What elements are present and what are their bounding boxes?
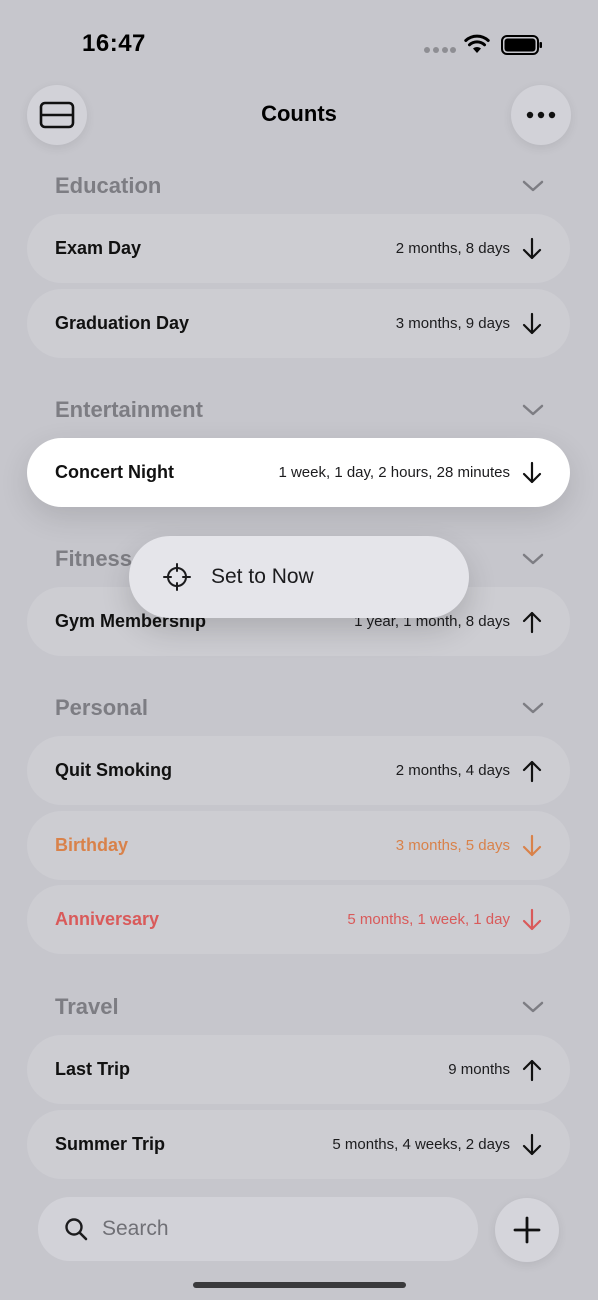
arrow-down-icon bbox=[522, 1133, 542, 1155]
more-button[interactable] bbox=[511, 85, 571, 145]
item-name: Last Trip bbox=[55, 1059, 131, 1079]
section-header-entertainment[interactable]: Entertainment bbox=[55, 390, 545, 430]
add-button[interactable] bbox=[495, 1198, 559, 1262]
item-name: Summer Trip bbox=[55, 1134, 166, 1154]
item-count: 1 week, 1 day, 2 hours, 28 minutes bbox=[278, 464, 510, 481]
section-title: Entertainment bbox=[55, 397, 203, 422]
item-count: 5 months, 1 week, 1 day bbox=[347, 911, 510, 928]
page-title: Counts bbox=[261, 101, 337, 126]
item-name: Graduation Day bbox=[55, 313, 190, 333]
context-menu: Set to Now bbox=[129, 536, 469, 618]
search-input[interactable]: Search bbox=[38, 1197, 478, 1261]
list-item-selected[interactable]: Concert Night 1 week, 1 day, 2 hours, 28… bbox=[27, 438, 570, 507]
chevron-down-icon[interactable] bbox=[521, 547, 545, 571]
arrow-down-icon bbox=[522, 461, 542, 483]
search-placeholder: Search bbox=[102, 1217, 169, 1240]
list-item[interactable]: Anniversary 5 months, 1 week, 1 day bbox=[27, 885, 570, 954]
arrow-down-icon bbox=[522, 908, 542, 930]
status-time: 16:47 bbox=[82, 30, 146, 57]
section-title: Fitness bbox=[55, 546, 133, 571]
arrow-up-icon bbox=[522, 611, 542, 633]
section-title: Personal bbox=[55, 695, 148, 720]
menu-item-label: Set to Now bbox=[211, 565, 314, 588]
arrow-down-icon bbox=[522, 312, 542, 334]
item-count: 2 months, 8 days bbox=[395, 240, 510, 257]
battery-icon bbox=[501, 35, 542, 55]
crosshair-icon bbox=[163, 563, 191, 591]
wifi-icon bbox=[464, 34, 490, 53]
list-item[interactable]: Quit Smoking 2 months, 4 days bbox=[27, 736, 570, 805]
item-name: Quit Smoking bbox=[55, 760, 172, 780]
item-name: Anniversary bbox=[55, 909, 160, 929]
chevron-down-icon[interactable] bbox=[521, 995, 545, 1019]
item-name: Concert Night bbox=[55, 462, 174, 482]
list-item[interactable]: Birthday 3 months, 5 days bbox=[27, 811, 570, 880]
item-count: 2 months, 4 days bbox=[395, 762, 510, 779]
set-to-now-menu-item[interactable]: Set to Now bbox=[163, 563, 314, 591]
signal-icon bbox=[424, 47, 456, 53]
arrow-up-icon bbox=[522, 760, 542, 782]
arrow-down-icon bbox=[522, 834, 542, 856]
home-indicator[interactable] bbox=[193, 1282, 406, 1288]
section-title: Education bbox=[55, 173, 162, 198]
item-count: 5 months, 4 weeks, 2 days bbox=[332, 1136, 510, 1153]
chevron-down-icon[interactable] bbox=[521, 398, 545, 422]
item-name: Birthday bbox=[55, 835, 129, 855]
chevron-down-icon[interactable] bbox=[521, 174, 545, 198]
item-count: 3 months, 9 days bbox=[395, 315, 510, 332]
more-icon bbox=[526, 111, 556, 119]
chevron-down-icon[interactable] bbox=[521, 696, 545, 720]
list-item[interactable]: Summer Trip 5 months, 4 weeks, 2 days bbox=[27, 1110, 570, 1179]
section-header-education[interactable]: Education bbox=[55, 166, 545, 206]
status-bar: 16:47 bbox=[0, 0, 598, 80]
arrow-up-icon bbox=[522, 1059, 542, 1081]
section-title: Travel bbox=[55, 994, 119, 1019]
list-item[interactable]: Exam Day 2 months, 8 days bbox=[27, 214, 570, 283]
list-item[interactable]: Last Trip 9 months bbox=[27, 1035, 570, 1104]
item-count: 3 months, 5 days bbox=[395, 837, 510, 854]
section-header-personal[interactable]: Personal bbox=[55, 688, 545, 728]
item-name: Exam Day bbox=[55, 238, 142, 258]
search-icon bbox=[65, 1218, 88, 1241]
list-item[interactable]: Graduation Day 3 months, 9 days bbox=[27, 289, 570, 358]
item-count: 9 months bbox=[448, 1061, 510, 1078]
section-header-travel[interactable]: Travel bbox=[55, 987, 545, 1027]
plus-icon bbox=[513, 1216, 541, 1244]
arrow-down-icon bbox=[522, 237, 542, 259]
